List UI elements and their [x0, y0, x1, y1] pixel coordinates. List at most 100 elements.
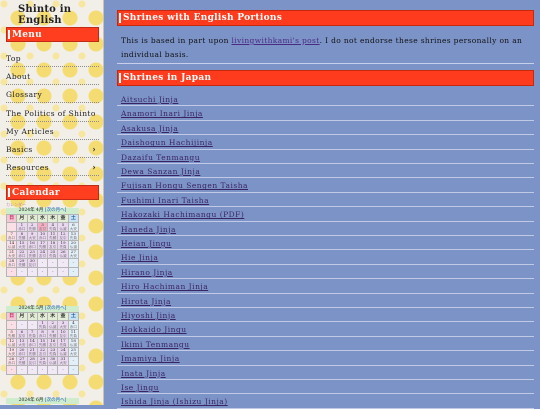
sidebar-item-my-articles[interactable]: My Articles [6, 123, 99, 140]
calendar-day[interactable]: 4 赤口 [67, 320, 80, 330]
calendar-day[interactable]: 2 先勝 [26, 222, 38, 232]
calendar-day[interactable]: 24 友引 [36, 249, 49, 259]
next-month-link[interactable]: [次の月へ] [45, 208, 67, 213]
calendar-day[interactable]: 19 大安 [5, 347, 18, 357]
calendar-day[interactable]: 22 赤口 [16, 249, 28, 259]
calendar-day[interactable]: 14 仏滅 [5, 240, 18, 250]
calendar-day[interactable]: 8 先勝 [16, 231, 28, 241]
calendar-day[interactable]: 15 大安 [16, 240, 28, 250]
sidebar-item-about[interactable]: About [6, 68, 99, 86]
calendar-day[interactable]: 1 赤口 [16, 222, 28, 232]
calendar-day[interactable]: 19 先負 [57, 240, 69, 250]
shrine-link[interactable]: Imamiya Jinja [121, 354, 180, 363]
calendar-day[interactable]: 17 先負 [57, 338, 69, 348]
shrine-link[interactable]: Hie Jinja [121, 253, 158, 262]
calendar-day[interactable]: 11 先勝 [47, 231, 59, 241]
site-title[interactable]: Shinto in English [18, 4, 103, 26]
calendar-day[interactable]: 7 赤口 [5, 231, 18, 241]
shrine-link[interactable]: Dewa Sanzan Jinja [121, 167, 200, 176]
shrine-link[interactable]: Hirano Jinja [121, 268, 173, 277]
calendar-day[interactable]: 23 先勝 [26, 249, 38, 259]
calendar-day[interactable]: 29 先勝 [16, 258, 28, 268]
shrine-link[interactable]: Daishogun Hachijinja [121, 138, 213, 147]
calendar-day[interactable]: 6 大安 [67, 222, 80, 232]
shrine-link[interactable]: Inata Jinja [121, 369, 166, 378]
calendar-day[interactable]: 2 仏滅 [47, 320, 59, 330]
next-month-link[interactable]: [次の月へ] [45, 398, 67, 403]
calendar-day[interactable]: 24 仏滅 [57, 347, 69, 357]
sidebar-item-basics[interactable]: Basics › [6, 141, 99, 158]
day-number: - [72, 358, 75, 363]
calendar-day[interactable]: 13 大安 [16, 338, 28, 348]
calendar-day[interactable]: 4 先負 [47, 222, 59, 232]
calendar-day[interactable]: 5 先勝 [5, 329, 18, 339]
calendar-day[interactable]: 21 大安 [5, 249, 18, 259]
shrine-link[interactable]: Hakozaki Hachimangu (PDF) [121, 210, 244, 219]
shrine-link[interactable]: Aitsuchi Jinja [121, 95, 178, 104]
shrine-link[interactable]: Fujisan Hongu Sengen Taisha [121, 181, 248, 190]
livingwithkami-link[interactable]: livingwithkami's post [232, 36, 320, 45]
calendar-day[interactable]: 31 大安 [57, 356, 69, 366]
shrine-link[interactable]: Hiro Hachiman Jinja [121, 282, 208, 291]
calendar-day[interactable]: 27 先勝 [16, 356, 28, 366]
calendar-day[interactable]: 3 友引 [36, 222, 49, 232]
calendar-day[interactable]: 12 仏滅 [5, 338, 18, 348]
calendar-day[interactable]: 16 赤口 [26, 240, 38, 250]
calendar-day[interactable]: 20 仏滅 [67, 240, 80, 250]
next-month-link[interactable]: [次の月へ] [45, 306, 67, 311]
calendar-day[interactable]: 12 友引 [57, 231, 69, 241]
day-rokuyo: 赤口 [69, 325, 77, 329]
calendar-day[interactable]: 8 赤口 [36, 329, 49, 339]
shrine-link[interactable]: Hiyoshi Jinja [121, 311, 176, 320]
calendar-day[interactable]: 7 先負 [26, 329, 38, 339]
calendar-day[interactable]: 29 先負 [36, 356, 49, 366]
calendar-day[interactable]: 13 先負 [67, 231, 80, 241]
shrine-link[interactable]: Ise Jingu [121, 383, 159, 392]
calendar-day[interactable]: 5 仏滅 [57, 222, 69, 232]
shrine-link[interactable]: Anamori Inari Jinja [121, 109, 203, 118]
shrine-link[interactable]: Dazaifu Tenmangu [121, 153, 200, 162]
shrine-link[interactable]: Heian Jingu [121, 239, 171, 248]
calendar-day[interactable]: 11 先負 [67, 329, 80, 339]
calendar-day[interactable]: 20 赤口 [16, 347, 28, 357]
shrine-link[interactable]: Hokkaido Jingu [121, 325, 187, 334]
shrine-link[interactable]: Ishida Jinja (Ishizu Jinja) [121, 397, 228, 406]
calendar-day[interactable]: 18 友引 [47, 240, 59, 250]
calendar-day[interactable]: 10 友引 [57, 329, 69, 339]
calendar-day[interactable]: 26 赤口 [5, 356, 18, 366]
shrine-link[interactable]: Hirota Jinja [121, 297, 171, 306]
shrine-link[interactable]: Asakusa Jinja [121, 124, 178, 133]
calendar-day[interactable]: 15 先勝 [36, 338, 49, 348]
calendar-day[interactable]: 25 大安 [67, 347, 80, 357]
calendar-day[interactable]: 23 先負 [47, 347, 59, 357]
calendar-day[interactable]: 10 赤口 [36, 231, 49, 241]
calendar-day[interactable]: 17 先勝 [36, 240, 49, 250]
calendar-day[interactable]: 30 友引 [26, 258, 38, 268]
calendar-day[interactable]: 28 友引 [26, 356, 38, 366]
calendar-day[interactable]: 26 仏滅 [57, 249, 69, 259]
calendar-day[interactable]: 28 赤口 [5, 258, 18, 268]
calendar-day[interactable]: 6 友引 [16, 329, 28, 339]
calendar-day[interactable]: 9 先勝 [47, 329, 59, 339]
calendar-day[interactable]: 22 友引 [36, 347, 49, 357]
calendar-day[interactable]: 9 大安 [26, 231, 38, 241]
sidebar-item-top[interactable]: Top [6, 50, 99, 67]
sidebar-item-resources[interactable]: Resources › [6, 159, 99, 177]
shrine-link[interactable]: Ikimi Tenmangu [121, 340, 190, 349]
calendar-day[interactable]: 16 友引 [47, 338, 59, 348]
calendar-day[interactable]: 21 先勝 [26, 347, 38, 357]
shrine-link[interactable]: Fushimi Inari Taisha [121, 196, 209, 205]
calendar-day[interactable]: 18 仏滅 [67, 338, 80, 348]
calendar-day[interactable]: 14 赤口 [26, 338, 38, 348]
calendar-day[interactable]: 25 先負 [47, 249, 59, 259]
list-item: Hirano Jinja [117, 265, 534, 280]
sidebar-item-label: Glossary [6, 90, 43, 100]
sidebar-item-glossary[interactable]: Glossary [6, 86, 99, 104]
calendar-day[interactable]: 3 大安 [57, 320, 69, 330]
sidebar-item-the-politics-of-shinto[interactable]: The Politics of Shinto [6, 105, 99, 122]
day-rokuyo: 大安 [59, 325, 67, 329]
calendar-day[interactable]: 1 先負 [36, 320, 49, 330]
shrine-link[interactable]: Haneda Jinja [121, 225, 176, 234]
calendar-day[interactable]: 30 仏滅 [47, 356, 59, 366]
calendar-day[interactable]: 27 大安 [67, 249, 80, 259]
